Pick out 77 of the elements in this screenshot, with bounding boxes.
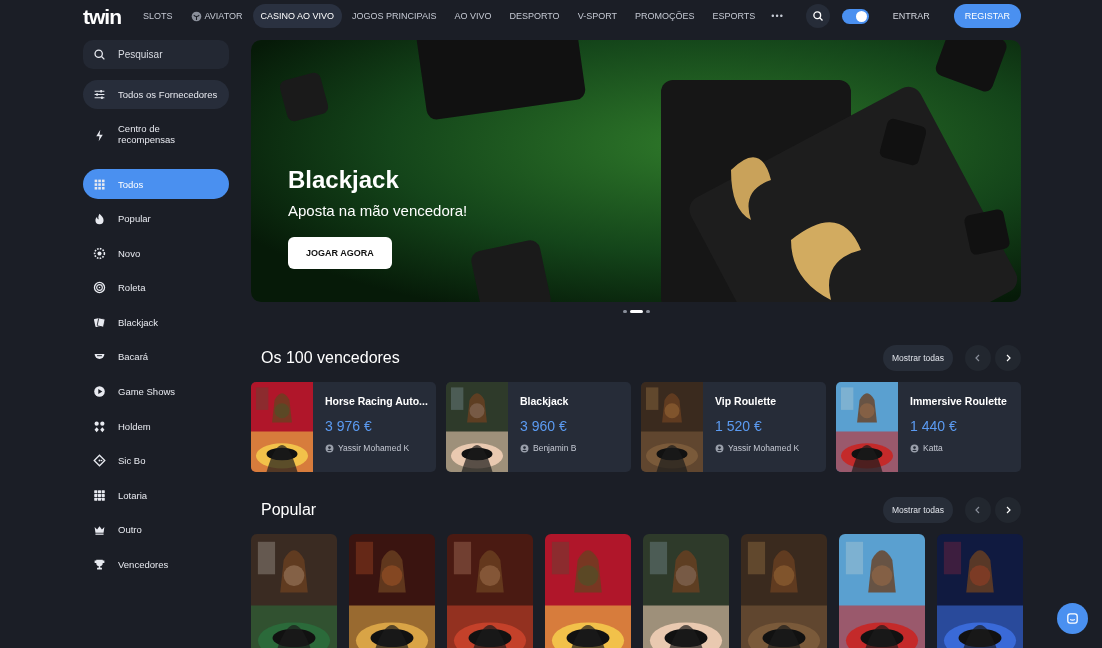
category-item[interactable]: Roleta [83,272,229,303]
category-item[interactable]: Game Shows [83,376,229,407]
nav-tab[interactable]: SLOTS [135,4,181,28]
player-name: Yassir Mohamed K [338,443,410,453]
category-item[interactable]: Sic Bo [83,445,229,476]
next-button[interactable] [995,497,1021,523]
tickets-icon [93,488,106,502]
game-name: Vip Roulette [715,395,778,407]
nav-tab[interactable]: DESPORTO [501,4,568,28]
more-icon[interactable]: ••• [771,11,784,21]
win-amount: 1 520 € [715,418,763,434]
suits-icon [93,419,106,433]
section-title: Os 100 vencedores [261,349,400,367]
sliders-icon [93,88,106,101]
login-button[interactable]: ENTRAR [880,7,942,25]
nav-tab[interactable]: ESPORTS [704,4,764,28]
theme-toggle[interactable] [841,8,869,24]
category-item[interactable]: Vencedores [83,549,229,580]
chevron-right-icon [1004,506,1012,514]
user-icon [715,443,724,453]
user-icon [325,443,334,453]
category-item[interactable]: Novo [83,238,229,269]
player-name: Yassir Mohamed K [728,443,800,453]
play-icon [93,385,106,399]
chevron-left-icon [974,506,982,514]
user-icon [910,443,919,453]
logo[interactable]: twin [83,5,121,27]
category-item[interactable]: Blackjack [83,307,229,338]
category-item[interactable]: Holdem [83,411,229,442]
win-amount: 3 976 € [325,418,373,434]
chat-button[interactable] [1057,603,1088,634]
winner-card[interactable]: Immersive Roulette 1 440 € Katta [836,382,1021,472]
rewards-link[interactable]: Centro de recompensas [83,118,229,152]
nav-tab[interactable]: PROMOÇÕES [627,4,703,28]
nav-tab[interactable]: JOGOS PRINCIPAIS [344,4,445,28]
play-now-button[interactable]: JOGAR AGORA [288,237,392,269]
category-item[interactable]: Bacará [83,341,229,372]
section-title: Popular [261,501,317,519]
search-icon [811,10,824,22]
game-name: Blackjack [520,395,570,407]
winner-card[interactable]: Horse Racing Auto... 3 976 € Yassir Mohamed K [251,382,436,472]
player-name: Katta [923,443,943,453]
propeller-icon [190,10,202,22]
wheel-icon [93,246,106,260]
grid-icon [93,177,106,191]
chevron-right-icon [1004,354,1012,362]
win-amount: 1 440 € [910,418,958,434]
trophy-icon [93,558,106,572]
category-item[interactable]: Outro [83,514,229,545]
show-all-button[interactable]: Mostrar todas [883,497,953,523]
providers-button[interactable]: Todos os Fornecedores [83,80,229,109]
flame-icon [93,212,106,226]
nav-tab[interactable]: AVIATOR [182,3,251,29]
search-icon [93,48,106,61]
show-all-button[interactable]: Mostrar todas [883,345,953,371]
next-button[interactable] [995,345,1021,371]
chevron-left-icon [974,354,982,362]
user-icon [520,443,529,453]
banner-title: Blackjack [288,166,399,194]
chat-icon [1065,611,1080,626]
roulette-icon [93,281,106,295]
die-icon [93,454,106,468]
category-item[interactable]: Popular [83,203,229,234]
winner-card[interactable]: Blackjack 3 960 € Benjamin B [446,382,631,472]
search-field[interactable]: Pesquisar [83,40,229,69]
win-amount: 3 960 € [520,418,568,434]
nav-tab[interactable]: V-SPORT [569,4,625,28]
search-button[interactable] [805,4,830,28]
winner-card[interactable]: Vip Roulette 1 520 € Yassir Mohamed K [641,382,826,472]
category-item[interactable]: Lotaria [83,480,229,511]
nav-tab[interactable]: AO VIVO [446,4,500,28]
nav-tab[interactable]: CASINO AO VIVO [252,4,343,28]
player-name: Benjamin B [533,443,577,453]
game-name: Immersive Roulette [910,395,1007,407]
banner-subtitle: Aposta na mão vencedora! [288,202,468,219]
cards-icon [93,315,106,329]
crown-icon [93,523,106,537]
